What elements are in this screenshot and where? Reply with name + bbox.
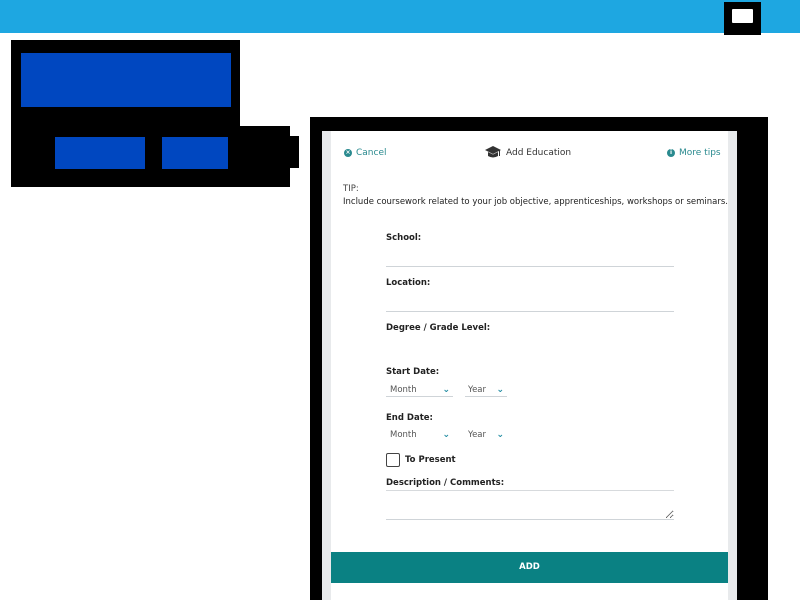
- cancel-label: Cancel: [356, 148, 387, 158]
- cancel-button[interactable]: × Cancel: [344, 148, 387, 158]
- add-education-modal: × Cancel Add Education i More tips TIP: …: [322, 131, 737, 600]
- chevron-down-icon: ⌄: [442, 384, 450, 395]
- add-button[interactable]: ADD: [331, 552, 728, 583]
- description-label: Description / Comments:: [386, 478, 505, 488]
- end-date-label: End Date:: [386, 413, 433, 423]
- modal-header: × Cancel Add Education i More tips: [331, 139, 728, 163]
- location-input[interactable]: [386, 297, 674, 312]
- graduation-cap-icon: [485, 146, 501, 158]
- end-year-select[interactable]: Year ⌄: [465, 428, 507, 442]
- left-blue-button-2[interactable]: [162, 137, 228, 169]
- chevron-down-icon: ⌄: [442, 430, 450, 440]
- chevron-down-icon: ⌄: [496, 430, 504, 440]
- left-dark-bar: [11, 126, 290, 187]
- chevron-down-icon: ⌄: [496, 384, 504, 395]
- school-input[interactable]: [386, 252, 674, 267]
- degree-input[interactable]: [386, 336, 674, 350]
- info-circle-icon: i: [667, 149, 675, 157]
- to-present-label: To Present: [405, 455, 456, 465]
- tip-box: TIP: Include coursework related to your …: [343, 183, 728, 209]
- more-tips-button[interactable]: i More tips: [667, 148, 721, 158]
- start-year-select[interactable]: Year ⌄: [465, 383, 507, 397]
- left-blue-button[interactable]: [55, 137, 145, 169]
- modal-title: Add Education: [485, 146, 571, 159]
- to-present-checkbox[interactable]: [386, 453, 400, 467]
- end-year-value: Year: [468, 430, 486, 440]
- degree-label: Degree / Grade Level:: [386, 323, 491, 333]
- topbar-button-icon: [732, 9, 753, 23]
- end-month-value: Month: [390, 430, 417, 440]
- modal-title-text: Add Education: [506, 147, 572, 158]
- end-month-select[interactable]: Month ⌄: [386, 428, 453, 442]
- start-month-value: Month: [390, 384, 417, 395]
- left-dark-bar-tab: [290, 136, 299, 168]
- start-date-label: Start Date:: [386, 367, 440, 377]
- tip-heading: TIP:: [343, 184, 359, 194]
- school-label: School:: [386, 233, 422, 243]
- start-month-select[interactable]: Month ⌄: [386, 383, 453, 397]
- topbar-menu-button[interactable]: [724, 2, 761, 35]
- tip-text: Include coursework related to your job o…: [343, 197, 728, 207]
- modal-content: × Cancel Add Education i More tips TIP: …: [331, 131, 728, 600]
- description-textarea[interactable]: [386, 490, 674, 520]
- start-year-value: Year: [468, 384, 486, 395]
- location-label: Location:: [386, 278, 431, 288]
- close-circle-icon: ×: [344, 149, 352, 157]
- top-bar: [0, 0, 800, 33]
- left-blue-block: [21, 53, 231, 107]
- more-tips-label: More tips: [679, 148, 721, 158]
